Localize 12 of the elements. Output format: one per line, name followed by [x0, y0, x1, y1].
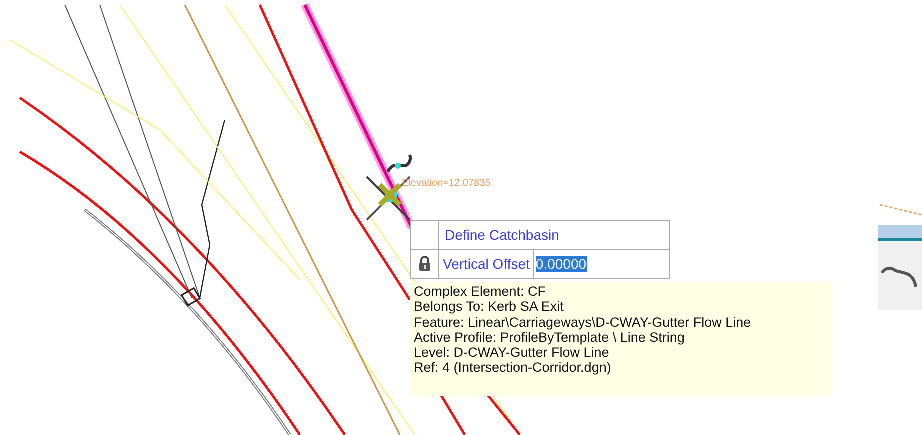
- info-line: Complex Element: CF: [414, 284, 548, 300]
- elevation-readout: Elevation=12.07835: [402, 178, 491, 189]
- input-field[interactable]: 0.00000: [534, 250, 669, 278]
- info-line: Active Profile: ProfileByTemplate \ Line String: [414, 330, 685, 346]
- info-line: Belongs To: Kerb SA Exit: [414, 299, 565, 315]
- info-line: Feature: Linear\Carriageways\D-CWAY-Gutter Flow Line: [414, 314, 752, 330]
- padlock-icon[interactable]: [418, 256, 432, 272]
- panel-title-bar: [878, 225, 922, 241]
- field-label: Vertical Offset: [439, 250, 534, 278]
- info-line: Ref: 4 (Intersection-Corridor.dgn): [414, 360, 612, 376]
- prompt-title: Define Catchbasin: [444, 226, 560, 245]
- info-line: Level: D-CWAY-Gutter Flow Line: [414, 345, 610, 360]
